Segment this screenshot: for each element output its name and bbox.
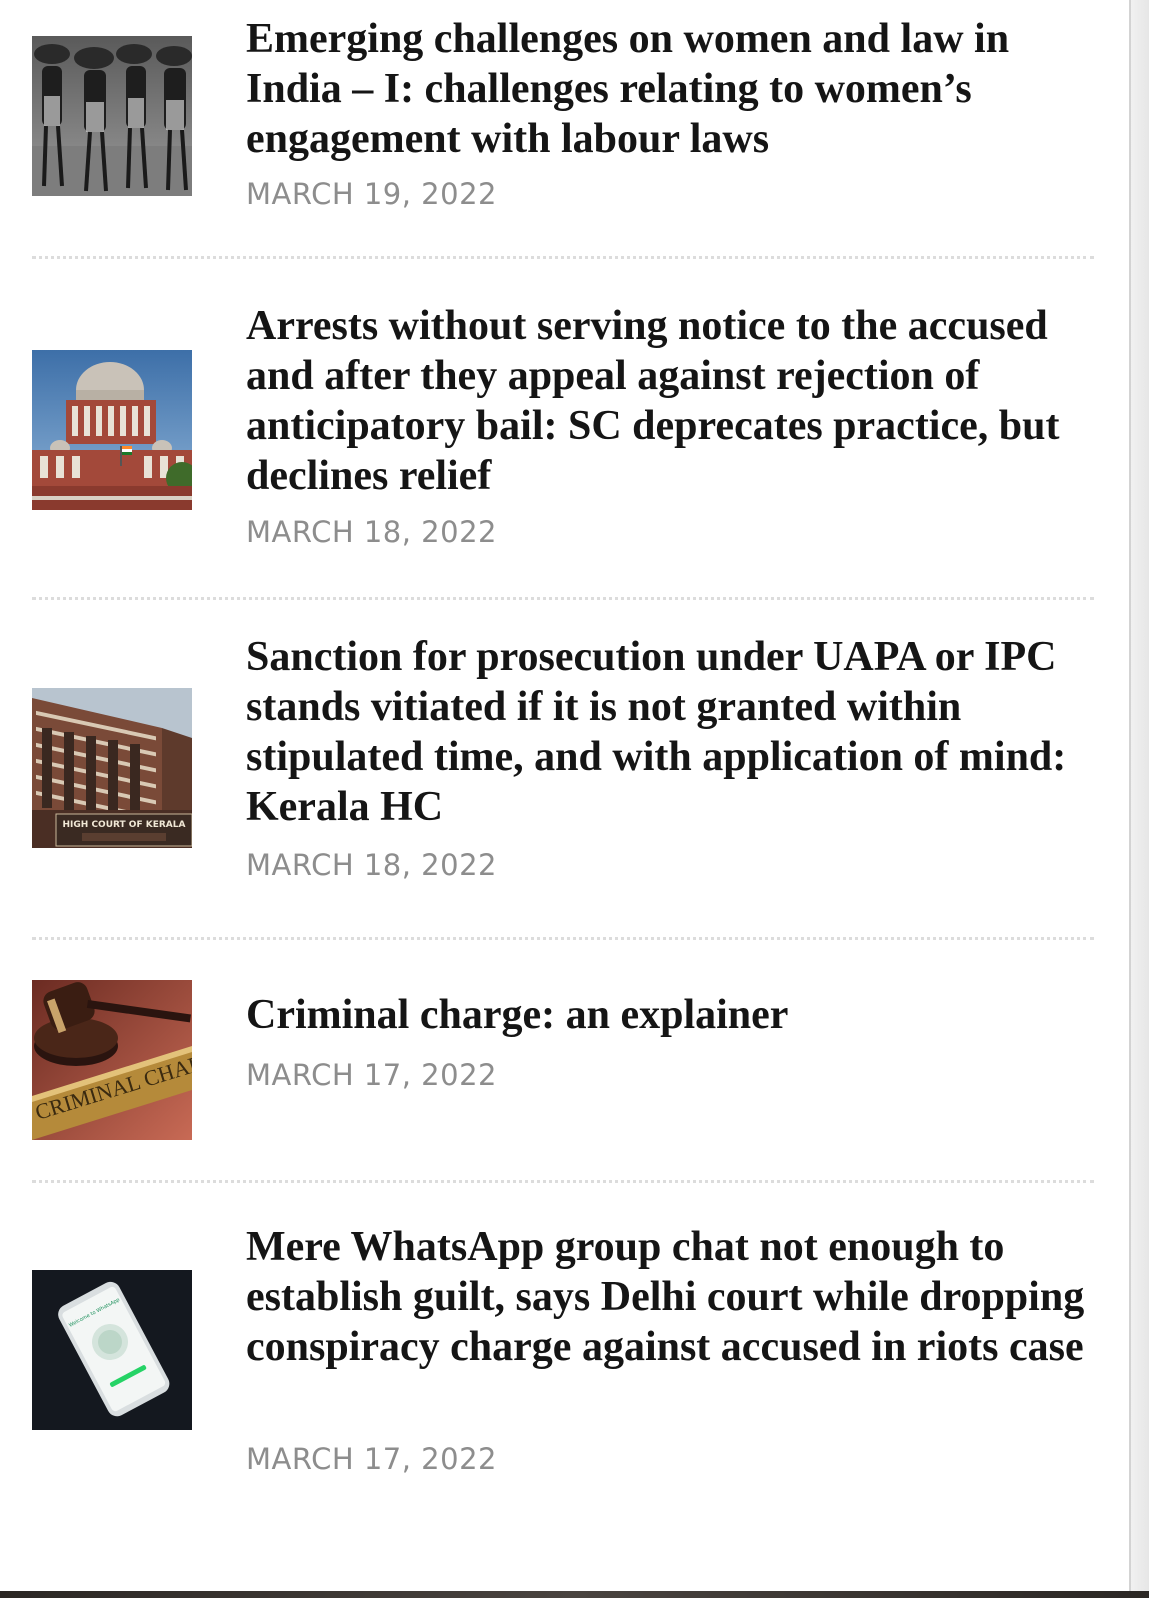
- post-date: MARCH 18, 2022: [246, 515, 497, 549]
- post-date: MARCH 17, 2022: [246, 1058, 497, 1092]
- post-title[interactable]: Mere WhatsApp group chat not enough to e…: [246, 1222, 1096, 1372]
- post-title[interactable]: Criminal charge: an explainer: [246, 990, 1096, 1040]
- post-title[interactable]: Arrests without serving notice to the ac…: [246, 301, 1096, 501]
- bottom-edge-bar: [0, 1591, 1149, 1598]
- post-date: MARCH 17, 2022: [246, 1442, 497, 1476]
- post-thumbnail-whatsapp[interactable]: Welcome to WhatsApp: [32, 1270, 192, 1430]
- criminal-charge-gavel-image: CRIMINAL CHARGE: [32, 980, 192, 1140]
- post-title[interactable]: Emerging challenges on women and law in …: [246, 14, 1096, 164]
- page-edge-scroll-area: [1129, 0, 1149, 1598]
- post-divider: [32, 1180, 1094, 1183]
- post-title[interactable]: Sanction for prosecution under UAPA or I…: [246, 632, 1096, 832]
- post-divider: [32, 937, 1094, 940]
- post-thumbnail-women-labourers[interactable]: [32, 36, 192, 196]
- whatsapp-phone-image: Welcome to WhatsApp: [32, 1270, 192, 1430]
- post-thumbnail-kerala-high-court[interactable]: HIGH COURT OF KERALA: [32, 688, 192, 848]
- post-date: MARCH 19, 2022: [246, 177, 497, 211]
- post-divider: [32, 256, 1094, 259]
- kerala-high-court-image: HIGH COURT OF KERALA: [32, 688, 192, 848]
- post-thumbnail-supreme-court[interactable]: [32, 350, 192, 510]
- post-thumbnail-criminal-charge[interactable]: CRIMINAL CHARGE: [32, 980, 192, 1140]
- post-divider: [32, 597, 1094, 600]
- supreme-court-image: [32, 350, 192, 510]
- post-date: MARCH 18, 2022: [246, 848, 497, 882]
- women-labourers-image: [32, 36, 192, 196]
- court-sign-text: HIGH COURT OF KERALA: [63, 820, 186, 830]
